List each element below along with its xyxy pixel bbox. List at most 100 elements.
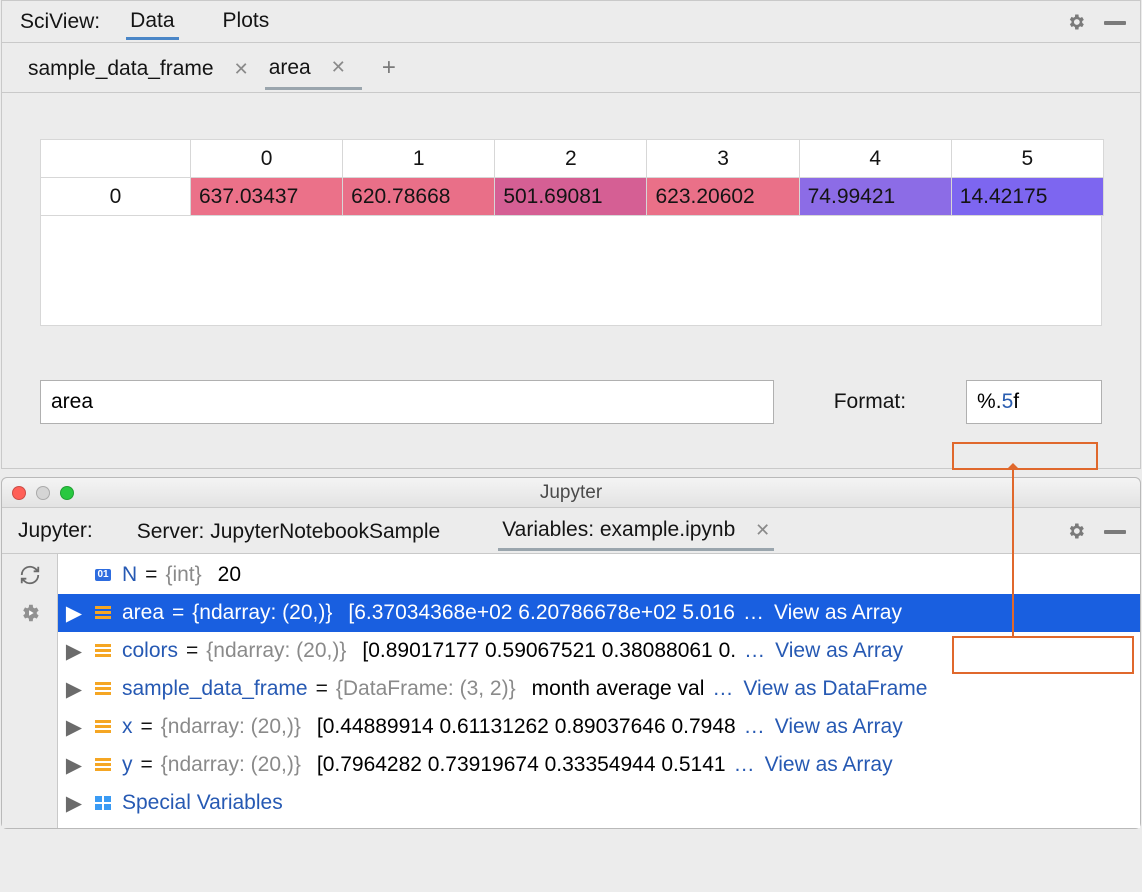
variable-preview: 20 <box>218 563 241 587</box>
variable-type: {ndarray: (20,)} <box>192 601 332 625</box>
editor-tab-label: sample_data_frame <box>28 57 214 81</box>
variable-name: area <box>122 601 164 625</box>
refresh-icon[interactable] <box>19 564 41 586</box>
disclosure-triangle-icon[interactable]: ▶ <box>64 601 84 626</box>
data-cell[interactable]: 620.78668 <box>343 178 495 216</box>
grid-empty-area <box>40 216 1102 326</box>
bottom-toolbar: Format: %.5f <box>2 346 1140 468</box>
data-cell[interactable]: 14.42175 <box>951 178 1103 216</box>
editor-tab-label: area <box>269 56 311 80</box>
ellipsis: … <box>712 677 733 701</box>
data-cell[interactable]: 637.03437 <box>191 178 343 216</box>
window-title: Jupyter <box>540 482 602 504</box>
col-header[interactable]: 0 <box>191 140 343 178</box>
format-num: 5 <box>1002 390 1014 414</box>
sciview-title: SciView: <box>20 10 100 34</box>
gear-icon[interactable] <box>1066 521 1086 541</box>
expression-input[interactable] <box>40 380 774 424</box>
format-label: Format: <box>834 390 906 414</box>
variable-preview: [0.7964282 0.73919674 0.33354944 0.5141 <box>317 753 726 777</box>
col-header[interactable]: 2 <box>495 140 647 178</box>
close-window-icon[interactable] <box>12 486 26 500</box>
view-as-link[interactable]: View as Array <box>775 639 903 663</box>
window-titlebar: Jupyter <box>2 478 1140 508</box>
data-cell[interactable]: 74.99421 <box>799 178 951 216</box>
ellipsis: … <box>744 639 765 663</box>
jupyter-server-tab[interactable]: Server: JupyterNotebookSample <box>133 512 445 550</box>
col-header[interactable]: 3 <box>647 140 799 178</box>
sciview-panel: SciView: Data Plots sample_data_frame ✕ … <box>1 0 1141 469</box>
view-as-link[interactable]: View as Array <box>765 753 893 777</box>
view-as-link[interactable]: View as DataFrame <box>743 677 927 701</box>
minimize-window-icon[interactable] <box>36 486 50 500</box>
disclosure-triangle-icon[interactable]: ▶ <box>64 791 84 816</box>
disclosure-triangle-icon[interactable]: ▶ <box>64 677 84 702</box>
array-icon <box>92 606 114 620</box>
tab-plots[interactable]: Plots <box>219 3 274 40</box>
variable-name: N <box>122 563 137 587</box>
array-icon <box>92 682 114 696</box>
sciview-header: SciView: Data Plots <box>2 1 1140 43</box>
editor-tab-sample-data-frame[interactable]: sample_data_frame ✕ <box>24 47 265 88</box>
ellipsis: … <box>743 601 764 625</box>
close-icon[interactable]: ✕ <box>755 520 770 540</box>
variable-row[interactable]: ▶x = {ndarray: (20,)} [0.44889914 0.6113… <box>58 708 1140 746</box>
jupyter-sidebar <box>2 554 58 828</box>
variable-type: {ndarray: (20,)} <box>161 753 301 777</box>
minimize-icon[interactable] <box>1104 21 1126 25</box>
view-as-link[interactable]: View as Array <box>775 715 903 739</box>
variable-type: {ndarray: (20,)} <box>161 715 301 739</box>
variable-name: Special Variables <box>122 791 283 815</box>
ellipsis: … <box>744 715 765 739</box>
row-header[interactable]: 0 <box>41 178 191 216</box>
col-header[interactable]: 1 <box>343 140 495 178</box>
jupyter-variables-tab[interactable]: Variables: example.ipynb ✕ <box>498 510 774 551</box>
data-grid[interactable]: 0 1 2 3 4 5 0637.03437620.78668501.69081… <box>40 139 1104 216</box>
format-input[interactable]: %.5f <box>966 380 1102 424</box>
variable-preview: [0.89017177 0.59067521 0.38088061 0. <box>362 639 736 663</box>
zoom-window-icon[interactable] <box>60 486 74 500</box>
jupyter-body: 01N = {int} 20▶area = {ndarray: (20,)} [… <box>2 554 1140 828</box>
data-cell[interactable]: 501.69081 <box>495 178 647 216</box>
variable-row[interactable]: ▶colors = {ndarray: (20,)} [0.89017177 0… <box>58 632 1140 670</box>
variable-name: sample_data_frame <box>122 677 308 701</box>
variable-row[interactable]: ▶ Special Variables <box>58 784 1140 822</box>
traffic-lights[interactable] <box>12 486 74 500</box>
disclosure-triangle-icon[interactable]: ▶ <box>64 639 84 664</box>
data-grid-wrap: 0 1 2 3 4 5 0637.03437620.78668501.69081… <box>2 93 1140 346</box>
variable-row[interactable]: ▶area = {ndarray: (20,)} [6.37034368e+02… <box>58 594 1140 632</box>
sciview-top-tabs: Data Plots <box>126 3 1066 40</box>
int-icon: 01 <box>92 569 114 581</box>
jupyter-variables-tab-label: Variables: example.ipynb <box>502 518 735 541</box>
variable-row[interactable]: ▶sample_data_frame = {DataFrame: (3, 2)}… <box>58 670 1140 708</box>
view-as-link[interactable]: View as Array <box>774 601 902 625</box>
corner-cell <box>41 140 191 178</box>
variable-name: y <box>122 753 133 777</box>
variable-preview: [0.44889914 0.61131262 0.89037646 0.7948 <box>317 715 736 739</box>
close-icon[interactable]: ✕ <box>331 57 346 78</box>
variable-preview: month average val <box>532 677 705 701</box>
close-icon[interactable]: ✕ <box>234 59 249 80</box>
variable-preview: [6.37034368e+02 6.20786678e+02 5.016 <box>348 601 735 625</box>
disclosure-triangle-icon[interactable]: ▶ <box>64 753 84 778</box>
jupyter-window: Jupyter Jupyter: Server: JupyterNotebook… <box>1 477 1141 829</box>
settings-run-icon[interactable] <box>19 602 41 624</box>
data-cell[interactable]: 623.20602 <box>647 178 799 216</box>
col-header[interactable]: 4 <box>799 140 951 178</box>
tab-data[interactable]: Data <box>126 3 178 40</box>
col-header[interactable]: 5 <box>951 140 1103 178</box>
variables-list[interactable]: 01N = {int} 20▶area = {ndarray: (20,)} [… <box>58 554 1140 828</box>
jupyter-title: Jupyter: <box>18 519 93 543</box>
disclosure-triangle-icon[interactable]: ▶ <box>64 715 84 740</box>
add-tab-button[interactable]: + <box>362 54 416 82</box>
variable-row[interactable]: 01N = {int} 20 <box>58 556 1140 594</box>
gear-icon[interactable] <box>1066 12 1086 32</box>
array-icon <box>92 758 114 772</box>
editor-tab-area[interactable]: area ✕ <box>265 46 362 90</box>
variable-row[interactable]: ▶y = {ndarray: (20,)} [0.7964282 0.73919… <box>58 746 1140 784</box>
variable-type: {int} <box>165 563 201 587</box>
array-icon <box>92 644 114 658</box>
ellipsis: … <box>734 753 755 777</box>
jupyter-header: Jupyter: Server: JupyterNotebookSample V… <box>2 508 1140 554</box>
minimize-icon[interactable] <box>1104 530 1126 534</box>
